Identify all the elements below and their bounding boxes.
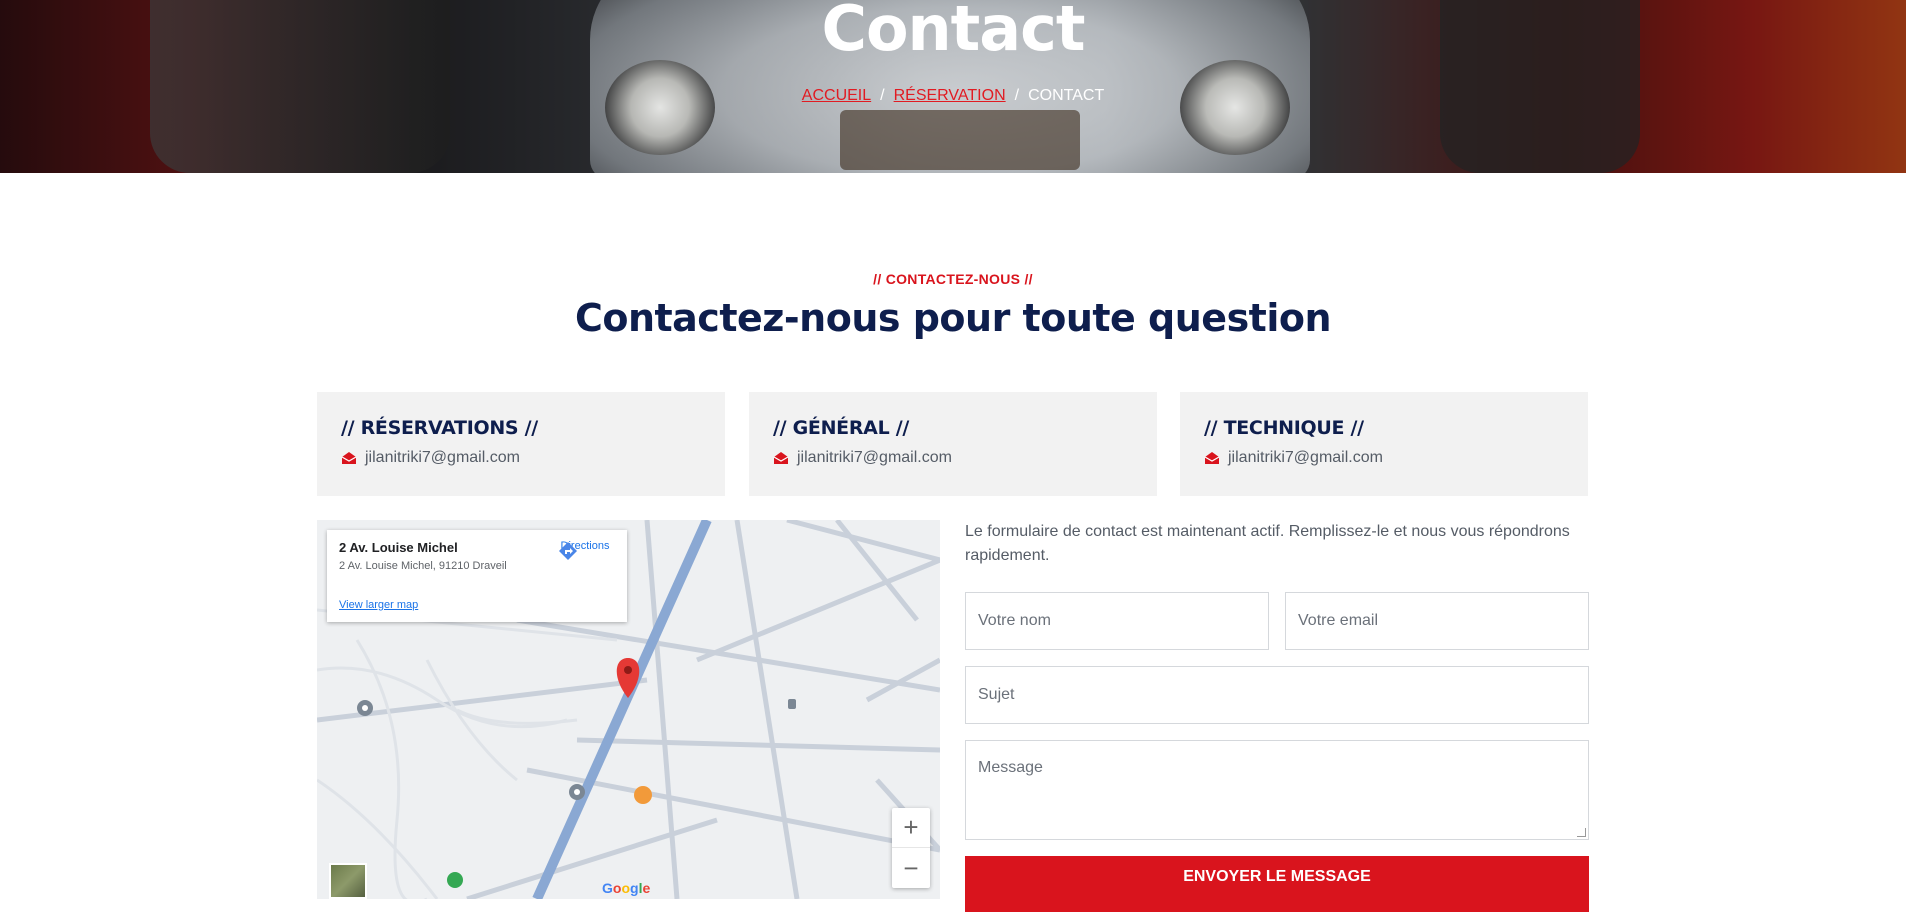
breadcrumb-home[interactable]: ACCUEIL xyxy=(802,87,871,104)
section-title: Contactez-nous pour toute question xyxy=(574,296,1332,340)
card-email[interactable]: jilanitriki7@gmail.com xyxy=(797,449,952,467)
car-grille xyxy=(840,110,1080,170)
card-email-row: jilanitriki7@gmail.com xyxy=(341,449,701,467)
headlight-right xyxy=(1180,60,1290,155)
card-email[interactable]: jilanitriki7@gmail.com xyxy=(365,449,520,467)
breadcrumb-current: CONTACT xyxy=(1028,87,1105,104)
breadcrumb: ACCUEIL / RÉSERVATION / CONTACT xyxy=(0,87,1906,105)
message-placeholder: Message xyxy=(978,759,1043,776)
breadcrumb-separator: / xyxy=(880,87,885,104)
headlight-left xyxy=(605,60,715,155)
map-zoom-control: + − xyxy=(892,808,930,888)
contact-card-general: // GÉNÉRAL // jilanitriki7@gmail.com xyxy=(749,392,1157,496)
resize-handle-icon[interactable] xyxy=(1577,828,1586,837)
card-title: // GÉNÉRAL // xyxy=(773,417,909,439)
directions-icon xyxy=(559,542,577,560)
view-larger-map-link[interactable]: View larger map xyxy=(339,599,418,611)
card-email-row: jilanitriki7@gmail.com xyxy=(1204,449,1564,467)
contact-card-reservations: // RÉSERVATIONS // jilanitriki7@gmail.co… xyxy=(317,392,725,496)
message-textarea[interactable]: Message xyxy=(965,740,1589,840)
breadcrumb-reservation[interactable]: RÉSERVATION xyxy=(894,87,1006,104)
card-email-row: jilanitriki7@gmail.com xyxy=(773,449,1133,467)
card-email[interactable]: jilanitriki7@gmail.com xyxy=(1228,449,1383,467)
breadcrumb-separator: / xyxy=(1014,87,1020,104)
zoom-in-button[interactable]: + xyxy=(892,808,930,848)
contact-card-technique: // TECHNIQUE // jilanitriki7@gmail.com xyxy=(1180,392,1588,496)
envelope-icon xyxy=(773,452,789,464)
subject-input[interactable]: Sujet xyxy=(965,666,1589,724)
page-title: Contact xyxy=(821,0,1085,65)
card-title: // RÉSERVATIONS // xyxy=(341,417,538,439)
name-input[interactable]: Votre nom xyxy=(965,592,1269,650)
google-logo: Google xyxy=(602,880,651,896)
envelope-icon xyxy=(341,452,357,464)
zoom-out-button[interactable]: − xyxy=(892,848,930,888)
section-kicker: // CONTACTEZ-NOUS // xyxy=(873,271,1033,287)
hero-banner: Contact ACCUEIL / RÉSERVATION / CONTACT xyxy=(0,0,1906,173)
map-info-card: 2 Av. Louise Michel 2 Av. Louise Michel,… xyxy=(327,530,627,622)
email-input[interactable]: Votre email xyxy=(1285,592,1589,650)
form-intro-text: Le formulaire de contact est maintenant … xyxy=(965,523,1570,564)
send-message-button[interactable]: ENVOYER LE MESSAGE xyxy=(965,856,1589,912)
envelope-icon xyxy=(1204,452,1220,464)
map-directions-button[interactable]: Directions xyxy=(557,540,613,560)
satellite-toggle[interactable] xyxy=(329,863,367,899)
card-title: // TECHNIQUE // xyxy=(1204,417,1364,439)
google-map[interactable]: 2 Av. Louise Michel 2 Av. Louise Michel,… xyxy=(317,520,940,899)
